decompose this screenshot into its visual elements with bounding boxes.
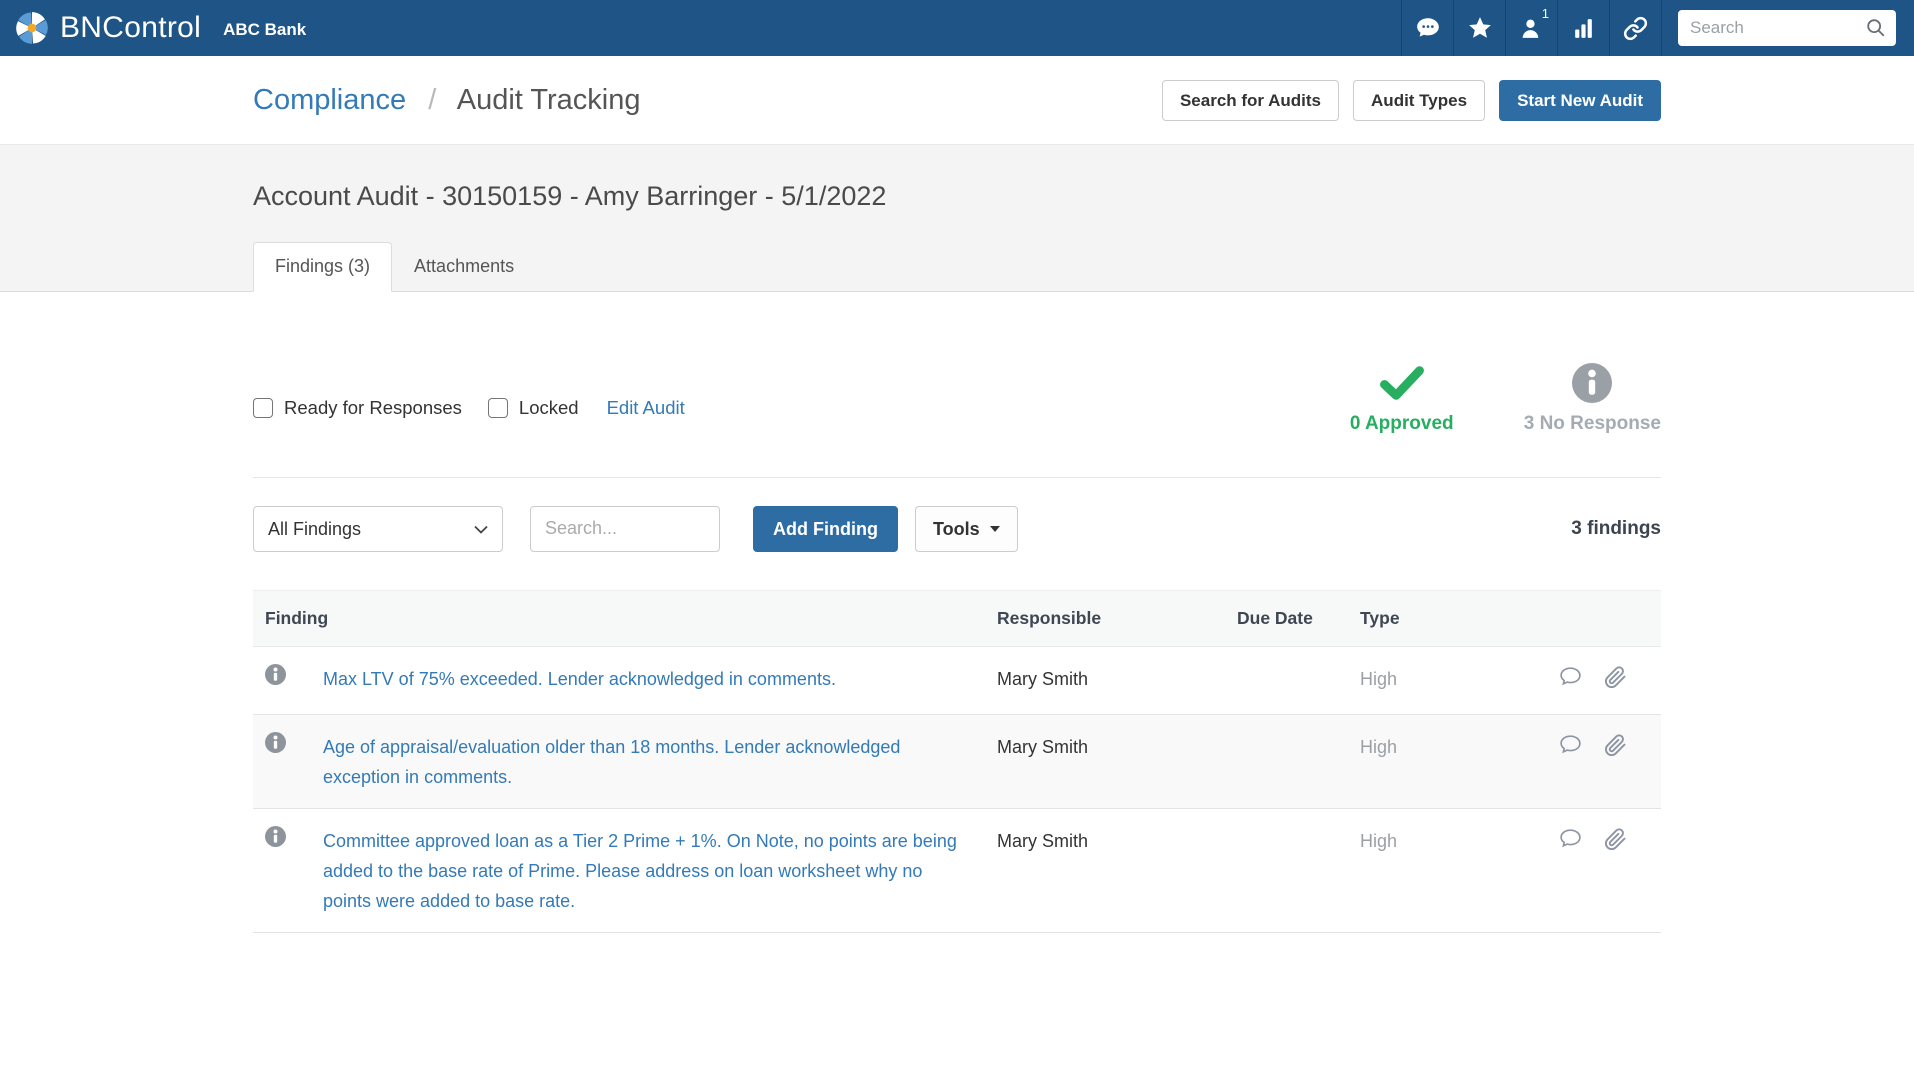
users-badge-count: 1 (1541, 6, 1549, 21)
findings-table: Finding Responsible Due Date Type Max LT… (253, 589, 1661, 933)
findings-filter: All Findings (253, 505, 503, 552)
type-cell: High (1348, 714, 1546, 809)
bncontrol-logo-icon[interactable] (14, 10, 50, 46)
search-for-audits-button[interactable]: Search for Audits (1161, 79, 1340, 121)
header-actions: Search for Audits Audit Types Start New … (1161, 79, 1661, 121)
findings-search-input[interactable] (530, 505, 720, 552)
column-header-actions (1546, 589, 1661, 647)
messages-icon (1415, 15, 1441, 41)
ready-for-responses-option: Ready for Responses (253, 397, 462, 419)
responsible-cell: Mary Smith (985, 646, 1225, 715)
due-date-cell (1225, 808, 1348, 933)
edit-audit-link[interactable]: Edit Audit (607, 397, 685, 419)
approved-status: 0 Approved (1342, 362, 1462, 435)
page-title: Account Audit - 30150159 - Amy Barringer… (253, 181, 887, 211)
info-icon[interactable] (265, 663, 286, 689)
responsible-cell: Mary Smith (985, 714, 1225, 809)
finding-link[interactable]: Age of appraisal/evaluation older than 1… (323, 737, 900, 787)
attachments-button[interactable] (1604, 827, 1627, 854)
type-cell: High (1348, 646, 1546, 715)
tools-label: Tools (932, 518, 980, 539)
audit-controls-row: Ready for Responses Locked Edit Audit 0 … (253, 362, 1661, 435)
brand-name[interactable]: BNControl (60, 11, 201, 45)
comment-bubble-icon (1558, 664, 1583, 692)
ready-for-responses-checkbox[interactable] (253, 397, 273, 418)
add-finding-button[interactable]: Add Finding (753, 505, 898, 552)
breadcrumb-band: Compliance / Audit Tracking Search for A… (0, 56, 1914, 145)
info-icon[interactable] (265, 825, 286, 851)
breadcrumb-separator: / (428, 83, 437, 116)
navbar-actions: 1 (1401, 0, 1896, 56)
audit-toggles: Ready for Responses Locked Edit Audit (253, 397, 685, 419)
tools-dropdown-button[interactable]: Tools (914, 505, 1018, 552)
paperclip-icon (1604, 665, 1627, 692)
findings-panel: Ready for Responses Locked Edit Audit 0 … (253, 362, 1661, 933)
paperclip-icon (1604, 827, 1627, 854)
findings-count: 3 findings (1571, 517, 1661, 539)
favorites-button[interactable] (1453, 0, 1505, 56)
approved-check-icon (1378, 362, 1426, 404)
breadcrumb-compliance-link[interactable]: Compliance (253, 84, 406, 116)
links-chain-icon (1623, 16, 1648, 41)
comments-button[interactable] (1558, 664, 1583, 692)
locked-checkbox[interactable] (487, 397, 508, 418)
column-header-due-date: Due Date (1225, 589, 1348, 647)
users-button[interactable]: 1 (1505, 0, 1557, 56)
comment-bubble-icon (1558, 826, 1583, 854)
section-divider (253, 476, 1661, 478)
responsible-cell: Mary Smith (985, 808, 1225, 933)
messages-button[interactable] (1401, 0, 1453, 56)
attachments-button[interactable] (1604, 733, 1627, 760)
top-navbar: BNControl ABC Bank 1 Search (0, 0, 1914, 56)
audit-types-button[interactable]: Audit Types (1353, 79, 1486, 121)
column-header-responsible: Responsible (985, 589, 1225, 647)
global-search (1678, 10, 1896, 46)
navbar-icon-group: 1 (1401, 0, 1662, 56)
paperclip-icon (1604, 733, 1627, 760)
due-date-cell (1225, 646, 1348, 715)
column-header-finding: Finding (253, 589, 985, 647)
ready-for-responses-label: Ready for Responses (284, 396, 462, 418)
reports-button[interactable] (1557, 0, 1609, 56)
status-summary: 0 Approved 3 No Response (1342, 362, 1661, 435)
audit-title-band: Account Audit - 30150159 - Amy Barringer… (0, 145, 1914, 292)
breadcrumb-current: Audit Tracking (456, 83, 641, 116)
locked-label: Locked (518, 396, 579, 418)
comment-bubble-icon (1558, 732, 1583, 760)
table-row: Committee approved loan as a Tier 2 Prim… (253, 808, 1661, 933)
brand-group: BNControl ABC Bank (14, 0, 306, 56)
tab-bar: Findings (3) Attachments (253, 242, 1661, 292)
global-search-input[interactable] (1678, 10, 1896, 46)
locked-option: Locked (487, 396, 579, 419)
table-header-row: Finding Responsible Due Date Type (253, 589, 1661, 647)
finding-link[interactable]: Committee approved loan as a Tier 2 Prim… (323, 831, 957, 911)
info-icon[interactable] (265, 731, 286, 757)
favorites-star-icon (1467, 15, 1493, 41)
caret-down-icon (989, 525, 1000, 532)
comments-button[interactable] (1558, 826, 1583, 854)
search-icon[interactable] (1865, 17, 1887, 44)
no-response-count-label: 3 No Response (1523, 412, 1661, 434)
users-icon (1519, 16, 1544, 41)
due-date-cell (1225, 714, 1348, 809)
column-header-type: Type (1348, 589, 1546, 647)
approved-count-label: 0 Approved (1349, 412, 1454, 434)
table-row: Age of appraisal/evaluation older than 1… (253, 714, 1661, 809)
no-response-info-icon (1572, 362, 1613, 404)
start-new-audit-button[interactable]: Start New Audit (1499, 79, 1661, 121)
comments-button[interactable] (1558, 732, 1583, 760)
no-response-status: 3 No Response (1524, 362, 1661, 435)
attachments-button[interactable] (1604, 665, 1627, 692)
tab-findings[interactable]: Findings (3) (253, 242, 393, 292)
finding-link[interactable]: Max LTV of 75% exceeded. Lender acknowle… (323, 669, 836, 689)
tab-attachments[interactable]: Attachments (392, 242, 536, 292)
table-row: Max LTV of 75% exceeded. Lender acknowle… (253, 646, 1661, 715)
org-name: ABC Bank (223, 20, 307, 39)
findings-filter-select[interactable]: All Findings (253, 505, 503, 552)
filter-bar: All Findings Add Finding Tools 3 finding… (253, 505, 1661, 552)
reports-bar-chart-icon (1571, 16, 1596, 41)
type-cell: High (1348, 808, 1546, 933)
breadcrumb: Compliance / Audit Tracking (253, 84, 641, 117)
links-button[interactable] (1609, 0, 1661, 56)
